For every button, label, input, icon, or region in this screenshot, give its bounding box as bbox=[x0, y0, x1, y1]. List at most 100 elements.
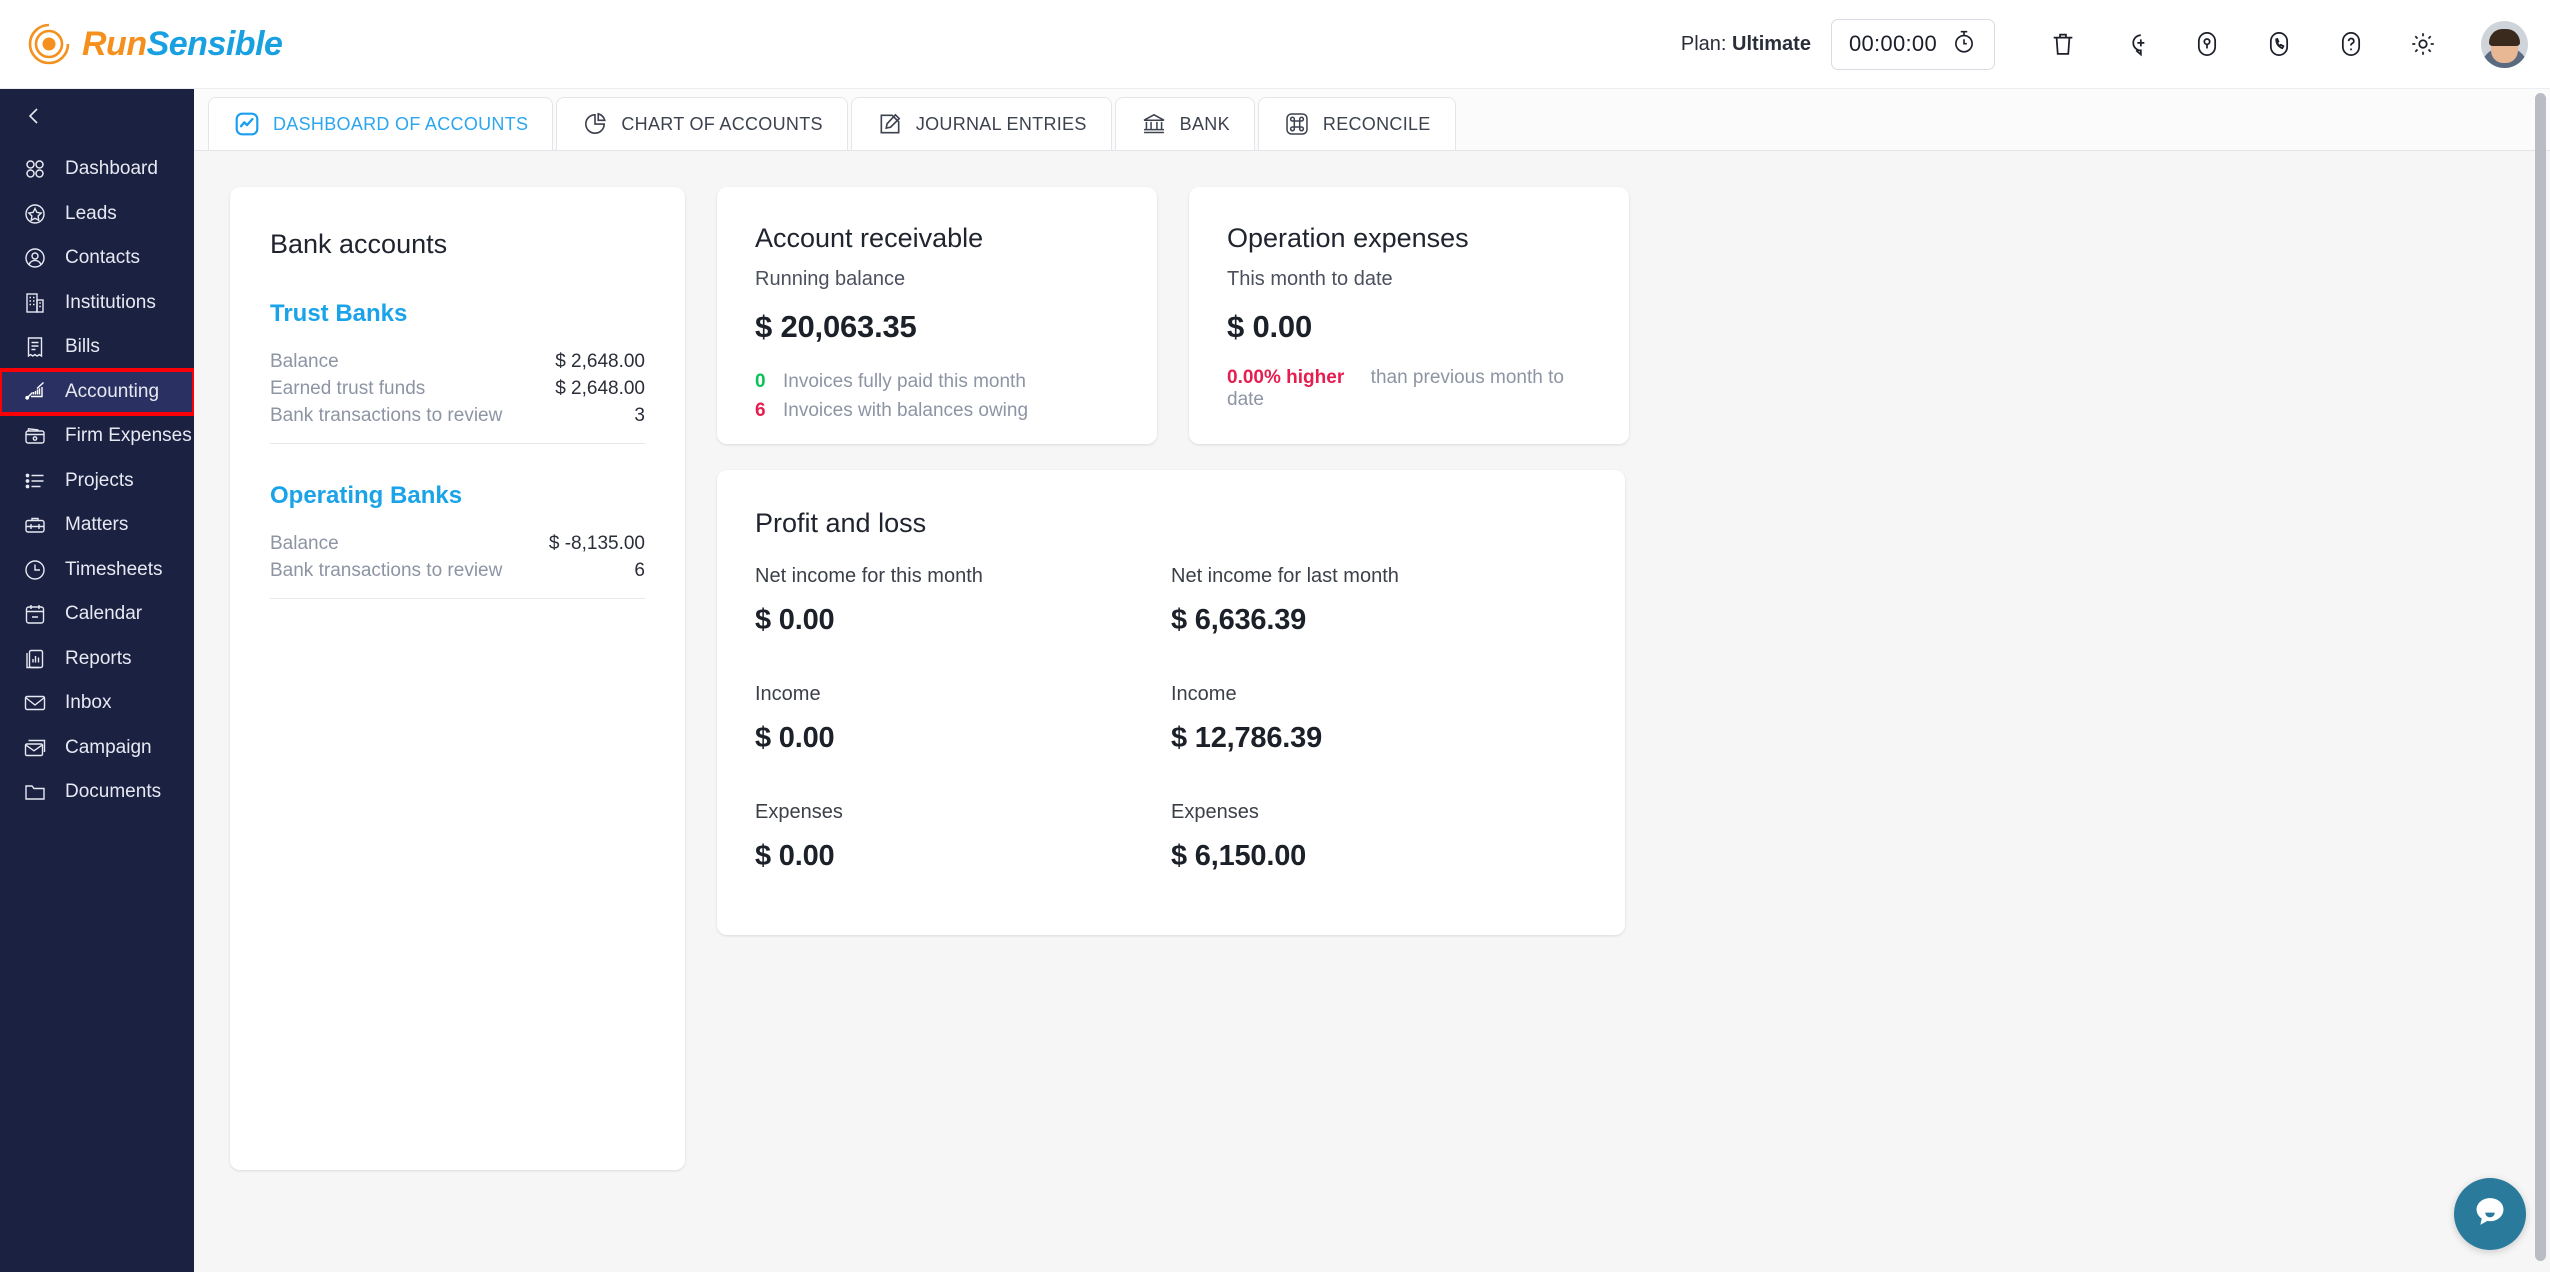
sidebar-item-label: Accounting bbox=[65, 380, 160, 402]
pl-value: $ 0.00 bbox=[755, 722, 835, 754]
tab-bar: DASHBOARD OF ACCOUNTS CHART OF ACCOUNTS … bbox=[194, 89, 2550, 151]
tab-dashboard-of-accounts[interactable]: DASHBOARD OF ACCOUNTS bbox=[208, 97, 554, 150]
sidebar-item-firm-expenses[interactable]: Firm Expenses bbox=[0, 414, 194, 459]
sidebar-item-label: Matters bbox=[65, 514, 129, 536]
pl-label: Expenses bbox=[755, 801, 843, 823]
sidebar-item-label: Bills bbox=[65, 336, 100, 358]
pl-label: Expenses bbox=[1171, 801, 1259, 823]
list-icon bbox=[22, 468, 48, 494]
pl-value: $ 12,786.39 bbox=[1171, 722, 1322, 754]
bank-row: Balance $ -8,135.00 bbox=[270, 530, 645, 557]
tab-label: DASHBOARD OF ACCOUNTS bbox=[273, 113, 529, 134]
notification-icon[interactable] bbox=[2189, 26, 2225, 62]
account-receivable-card: Account receivable Running balance $ 20,… bbox=[717, 187, 1157, 444]
sidebar-item-bills[interactable]: Bills bbox=[0, 325, 194, 370]
bank-row-label: Balance bbox=[270, 532, 339, 554]
sidebar-item-label: Contacts bbox=[65, 247, 140, 269]
bank-group-title[interactable]: Operating Banks bbox=[270, 482, 645, 510]
invoice-owing-label: Invoices with balances owing bbox=[783, 400, 1029, 422]
sidebar-item-label: Institutions bbox=[65, 291, 156, 313]
sidebar-item-timesheets[interactable]: Timesheets bbox=[0, 548, 194, 593]
bank-row-value: 3 bbox=[634, 404, 645, 426]
sidebar-item-dashboard[interactable]: Dashboard bbox=[0, 147, 194, 192]
tab-reconcile[interactable]: RECONCILE bbox=[1257, 97, 1456, 150]
bank-row-value: $ 2,648.00 bbox=[555, 377, 645, 399]
app-logo[interactable]: RunSensible bbox=[27, 22, 283, 66]
avatar[interactable] bbox=[2481, 20, 2528, 68]
clock-icon bbox=[22, 557, 48, 583]
chevron-left-icon bbox=[22, 104, 46, 133]
dashboard-content: Bank accounts Trust Banks Balance $ 2,64… bbox=[194, 151, 2550, 1170]
tab-chart-of-accounts[interactable]: CHART OF ACCOUNTS bbox=[556, 97, 848, 150]
sidebar-item-inbox[interactable]: Inbox bbox=[0, 681, 194, 726]
invoice-paid-label: Invoices fully paid this month bbox=[783, 371, 1026, 392]
trash-icon[interactable] bbox=[2045, 26, 2081, 62]
pl-label: Income bbox=[755, 683, 821, 705]
sidebar-item-projects[interactable]: Projects bbox=[0, 459, 194, 504]
bank-row-label: Bank transactions to review bbox=[270, 404, 503, 426]
pl-cell: Income $ 0.00 bbox=[755, 683, 1171, 755]
sidebar-item-matters[interactable]: Matters bbox=[0, 503, 194, 548]
timer-value: 00:00:00 bbox=[1848, 31, 1937, 56]
tab-journal-entries[interactable]: JOURNAL ENTRIES bbox=[850, 97, 1112, 150]
pl-value: $ 0.00 bbox=[755, 604, 835, 636]
bank-group-title[interactable]: Trust Banks bbox=[270, 300, 645, 328]
account-receivable-title: Account receivable bbox=[755, 223, 984, 253]
help-icon[interactable] bbox=[2333, 26, 2369, 62]
sidebar-item-accounting[interactable]: Accounting bbox=[0, 367, 196, 416]
sidebar-item-calendar[interactable]: Calendar bbox=[0, 592, 194, 637]
pl-cell: Expenses $ 6,150.00 bbox=[1171, 801, 1587, 873]
bank-row: Bank transactions to review 3 bbox=[270, 402, 645, 429]
sidebar-collapse-button[interactable] bbox=[0, 89, 194, 147]
page-scrollbar[interactable] bbox=[2535, 93, 2546, 1261]
stopwatch-icon[interactable] bbox=[1951, 29, 1977, 60]
sidebar-item-label: Projects bbox=[65, 469, 134, 491]
bank-row-value: 6 bbox=[634, 559, 645, 581]
pl-value: $ 6,636.39 bbox=[1171, 604, 1307, 636]
sidebar-item-label: Firm Expenses bbox=[65, 425, 192, 447]
top-bar: RunSensible Plan: Ultimate 00:00:00 bbox=[0, 0, 2550, 89]
pl-cell: Net income for last month $ 6,636.39 bbox=[1171, 565, 1587, 637]
sidebar-item-documents[interactable]: Documents bbox=[0, 770, 194, 815]
briefcase-icon bbox=[22, 512, 48, 538]
account-receivable-subtitle: Running balance bbox=[755, 268, 906, 290]
top-bar-actions: Plan: Ultimate 00:00:00 bbox=[1680, 18, 2550, 70]
sidebar: Dashboard Leads Contacts Institutions Bi… bbox=[0, 89, 196, 1272]
chat-widget-button[interactable] bbox=[2454, 1178, 2526, 1250]
bank-group-trust: Trust Banks Balance $ 2,648.00 Earned tr… bbox=[270, 300, 645, 444]
report-icon bbox=[22, 646, 48, 672]
plan-label: Plan: Ultimate bbox=[1680, 32, 1811, 55]
right-column: Account receivable Running balance $ 20,… bbox=[717, 187, 1629, 935]
spiral-logo-icon bbox=[27, 22, 71, 66]
plan-value: Ultimate bbox=[1732, 32, 1811, 55]
sidebar-item-reports[interactable]: Reports bbox=[0, 637, 194, 682]
invoice-owing-count: 6 bbox=[755, 400, 766, 422]
bank-row: Earned trust funds $ 2,648.00 bbox=[270, 375, 645, 402]
add-circle-icon[interactable] bbox=[2117, 26, 2153, 62]
tab-bank[interactable]: BANK bbox=[1114, 97, 1255, 150]
gear-icon[interactable] bbox=[2405, 26, 2441, 62]
sidebar-item-label: Inbox bbox=[65, 692, 112, 714]
main-content: DASHBOARD OF ACCOUNTS CHART OF ACCOUNTS … bbox=[194, 89, 2550, 1272]
logo-text-sensible: Sensible bbox=[146, 24, 283, 63]
bank-row-label: Bank transactions to review bbox=[270, 559, 503, 581]
phone-icon[interactable] bbox=[2261, 26, 2297, 62]
pl-value: $ 0.00 bbox=[755, 840, 835, 872]
invoice-stat-row: 0 Invoices fully paid this month bbox=[755, 367, 1119, 396]
timer-widget[interactable]: 00:00:00 bbox=[1830, 18, 1995, 70]
sidebar-item-contacts[interactable]: Contacts bbox=[0, 236, 194, 281]
sidebar-item-campaign[interactable]: Campaign bbox=[0, 726, 194, 771]
bank-accounts-card: Bank accounts Trust Banks Balance $ 2,64… bbox=[230, 187, 685, 1170]
profit-and-loss-title: Profit and loss bbox=[755, 508, 927, 538]
chat-bubble-icon bbox=[2471, 1193, 2509, 1236]
sidebar-item-label: Calendar bbox=[65, 603, 143, 625]
operation-expenses-title: Operation expenses bbox=[1227, 223, 1469, 253]
sidebar-item-leads[interactable]: Leads bbox=[0, 192, 194, 237]
profit-and-loss-card: Profit and loss Net income for this mont… bbox=[717, 470, 1625, 935]
sidebar-item-label: Campaign bbox=[65, 736, 152, 758]
tab-label: CHART OF ACCOUNTS bbox=[621, 113, 823, 134]
sidebar-item-institutions[interactable]: Institutions bbox=[0, 281, 194, 326]
tab-label: JOURNAL ENTRIES bbox=[915, 113, 1087, 134]
bank-row-value: $ -8,135.00 bbox=[548, 532, 645, 554]
command-square-icon bbox=[1283, 110, 1311, 138]
